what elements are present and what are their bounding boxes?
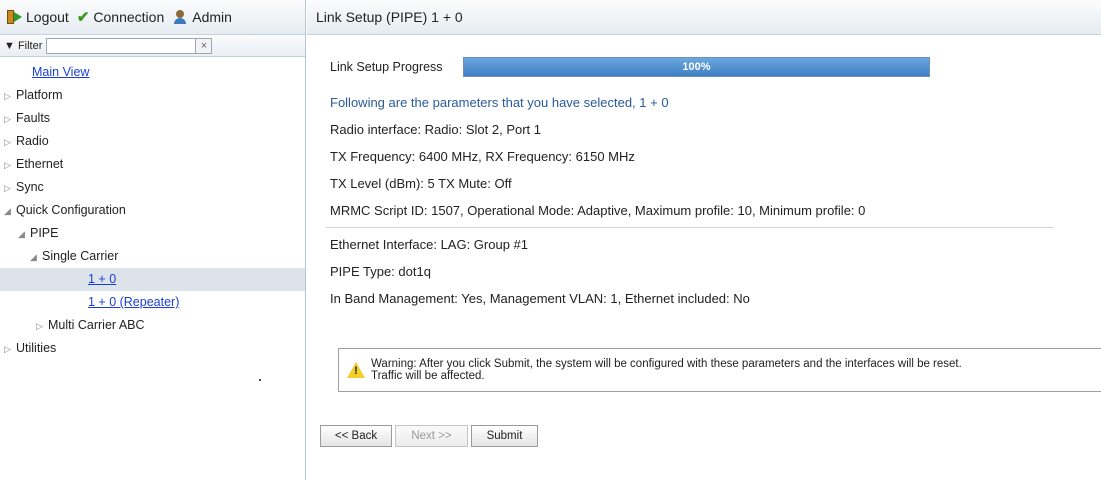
tree-item-1-plus-0-repeater[interactable]: 1 + 0 (Repeater) [0,291,305,314]
logout-label: Logout [26,9,69,25]
page-title: Link Setup (PIPE) 1 + 0 [307,0,1101,35]
summary-intro: Following are the parameters that you ha… [330,95,669,110]
next-button[interactable]: Next >> [395,425,468,447]
logout-icon [6,9,22,25]
summary-content: Link Setup Progress 100% Following are t… [307,57,1101,306]
navigation-tree: Main View ▷ Platform ▷ Faults ▷ Radio ▷ Ethe… [0,57,305,360]
tree-item-label: Utilities [16,341,57,355]
tree-item-radio[interactable]: ▷ Radio [0,130,305,153]
tree-item-label: 1 + 0 (Repeater) [88,295,180,309]
param-tx-level: TX Level (dBm): 5 TX Mute: Off [330,176,512,191]
user-icon [172,9,188,25]
tree-item-pipe[interactable]: ◢ PIPE [0,222,305,245]
warning-icon: ! [347,362,365,378]
admin-button[interactable]: Admin [172,9,232,25]
filter-input[interactable] [46,37,197,54]
checkmark-icon: ✔ [76,8,90,26]
clear-filter-icon[interactable]: × [196,37,213,54]
collapse-arrow-icon[interactable]: ◢ [30,246,42,269]
collapse-arrow-icon[interactable]: ◢ [4,200,16,223]
expand-arrow-icon[interactable]: ▷ [36,315,48,338]
divider [326,227,1054,228]
tree-item-label: Main View [32,65,90,79]
tree-item-label: Platform [16,88,63,102]
wizard-buttons: << Back Next >> Submit [320,425,541,447]
param-frequency: TX Frequency: 6400 MHz, RX Frequency: 61… [330,149,635,164]
connection-label: Connection [93,9,165,25]
tree-item-main-view[interactable]: Main View [0,61,305,84]
logout-button[interactable]: Logout [6,9,69,25]
expand-arrow-icon[interactable]: ▷ [4,338,16,361]
top-toolbar: Logout ✔ Connection Admin [0,0,305,35]
tree-item-label: Sync [16,180,44,194]
tree-item-label: 1 + 0 [88,272,117,286]
content-panel: Link Setup (PIPE) 1 + 0 Link Setup Progr… [307,0,1101,480]
expand-arrow-icon[interactable]: ▷ [4,131,16,154]
decorative-dot [259,379,261,381]
tree-item-multi-carrier-abc[interactable]: ▷ Multi Carrier ABC [0,314,305,337]
back-button[interactable]: << Back [320,425,392,447]
filter-toggle[interactable]: ▼ Filter [4,40,42,52]
expand-arrow-icon[interactable]: ▷ [4,177,16,200]
tree-item-1-plus-0[interactable]: 1 + 0 [0,268,305,291]
tree-item-sync[interactable]: ▷ Sync [0,176,305,199]
tree-item-label: Ethernet [16,157,64,171]
submit-button[interactable]: Submit [471,425,538,447]
collapse-arrow-icon[interactable]: ◢ [18,223,30,246]
filter-bar: ▼ Filter × [0,35,305,57]
tree-item-label: Multi Carrier ABC [48,318,145,332]
connection-button[interactable]: ✔ Connection [77,9,164,25]
tree-item-label: Quick Configuration [16,203,126,217]
warning-box: ! Warning: After you click Submit, the s… [338,348,1101,392]
filter-label: Filter [17,39,43,52]
tree-item-label: Faults [16,111,51,125]
tree-item-ethernet[interactable]: ▷ Ethernet [0,153,305,176]
expand-arrow-icon[interactable]: ▷ [4,85,16,108]
admin-label: Admin [192,9,232,25]
tree-item-label: Radio [16,134,49,148]
param-ethernet-interface: Ethernet Interface: LAG: Group #1 [330,237,529,252]
tree-item-single-carrier[interactable]: ◢ Single Carrier [0,245,305,268]
tree-item-platform[interactable]: ▷ Platform [0,84,305,107]
param-radio-interface: Radio interface: Radio: Slot 2, Port 1 [330,122,542,137]
tree-item-label: Single Carrier [42,249,119,263]
param-pipe-type: PIPE Type: dot1q [330,264,431,279]
param-in-band-management: In Band Management: Yes, Management VLAN… [330,291,750,306]
progress-percent: 100% [682,61,711,73]
navigation-panel: Logout ✔ Connection Admin ▼ Filter × Mai… [0,0,306,480]
progress-bar: 100% [463,57,930,77]
progress-row: Link Setup Progress 100% [330,57,1101,77]
expand-arrow-icon[interactable]: ▷ [4,108,16,131]
tree-item-utilities[interactable]: ▷ Utilities [0,337,305,360]
progress-label: Link Setup Progress [330,60,443,74]
tree-item-faults[interactable]: ▷ Faults [0,107,305,130]
param-mrmc: MRMC Script ID: 1507, Operational Mode: … [330,203,866,218]
warning-text: Warning: After you click Submit, the sys… [371,358,962,382]
warning-line-1: Warning: After you click Submit, the sys… [371,358,962,370]
tree-item-label: PIPE [30,226,59,240]
warning-line-2: Traffic will be affected. [371,370,485,382]
tree-item-quick-configuration[interactable]: ◢ Quick Configuration [0,199,305,222]
expand-arrow-icon[interactable]: ▷ [4,154,16,177]
